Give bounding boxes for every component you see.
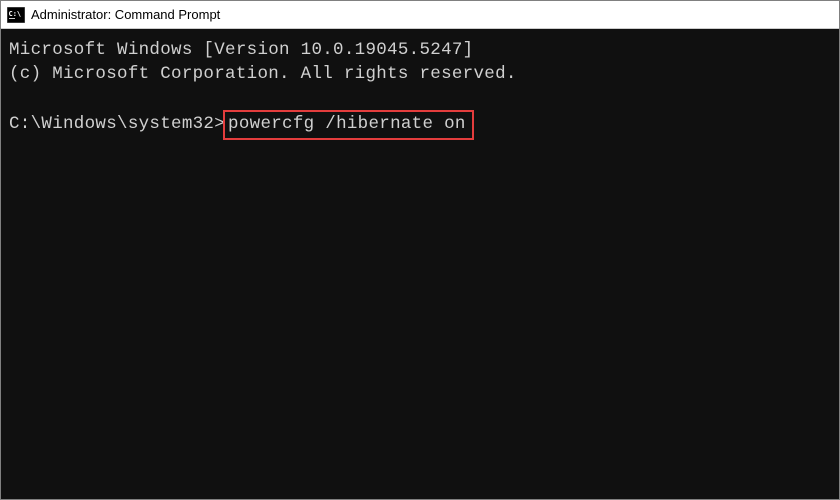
terminal-area[interactable]: Microsoft Windows [Version 10.0.19045.52… (1, 29, 839, 150)
title-bar: C:\ Administrator: Command Prompt (1, 1, 839, 29)
blank-line (9, 86, 831, 110)
prompt-line: C:\Windows\system32> powercfg /hibernate… (9, 110, 831, 140)
cmd-icon: C:\ (7, 7, 25, 23)
prompt-path: C:\Windows\system32> (9, 113, 225, 137)
window-title: Administrator: Command Prompt (31, 7, 220, 22)
command-input[interactable]: powercfg /hibernate on (223, 110, 474, 140)
version-line: Microsoft Windows [Version 10.0.19045.52… (9, 39, 831, 63)
copyright-line: (c) Microsoft Corporation. All rights re… (9, 63, 831, 87)
svg-text:C:\: C:\ (9, 10, 22, 18)
